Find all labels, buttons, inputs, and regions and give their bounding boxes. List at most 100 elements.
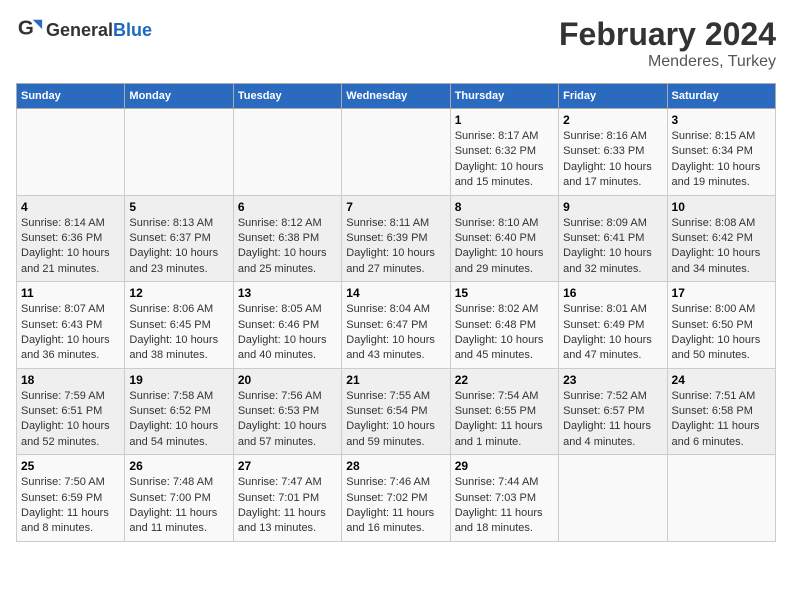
- day-number: 15: [455, 286, 554, 300]
- col-header-sunday: Sunday: [17, 84, 125, 109]
- calendar-cell: 12Sunrise: 8:06 AM Sunset: 6:45 PM Dayli…: [125, 282, 233, 369]
- calendar-table: SundayMondayTuesdayWednesdayThursdayFrid…: [16, 83, 776, 542]
- calendar-cell: 26Sunrise: 7:48 AM Sunset: 7:00 PM Dayli…: [125, 455, 233, 542]
- day-detail: Sunrise: 7:58 AM Sunset: 6:52 PM Dayligh…: [129, 389, 228, 451]
- day-detail: Sunrise: 8:06 AM Sunset: 6:45 PM Dayligh…: [129, 302, 228, 364]
- calendar-cell: 15 Sunrise: 8:02 AM Sunset: 6:48 PM Dayli…: [450, 282, 558, 369]
- calendar-cell: 19 Sunrise: 7:58 AM Sunset: 6:52 PM Dayli…: [125, 368, 233, 455]
- calendar-cell: 6 Sunrise: 8:12 AM Sunset: 6:38 PM Daylig…: [233, 195, 341, 282]
- day-number: 25: [21, 459, 120, 473]
- calendar-cell: 18 Sunrise: 7:59 AM Sunset: 6:51 PM Dayli…: [17, 368, 125, 455]
- calendar-cell: 28 Sunrise: 7:46 AM Sunset: 7:02 PM Dayli…: [342, 455, 450, 542]
- calendar-cell: 21Sunrise: 7:55 AM Sunset: 6:54 PM Dayli…: [342, 368, 450, 455]
- day-detail: Sunrise: 8:05 AM Sunset: 6:46 PM Dayligh…: [238, 302, 337, 364]
- calendar-cell: 1 Sunrise: 8:17 AM Sunset: 6:32 PM Daylig…: [450, 109, 558, 196]
- sub-title: Menderes, Turkey: [559, 53, 776, 71]
- day-detail: Sunrise: 7:48 AM Sunset: 7:00 PM Dayligh…: [129, 475, 228, 537]
- calendar-cell: 14Sunrise: 8:04 AM Sunset: 6:47 PM Dayli…: [342, 282, 450, 369]
- day-detail: Sunrise: 8:13 AM Sunset: 6:37 PM Dayligh…: [129, 216, 228, 278]
- calendar-cell: [667, 455, 775, 542]
- main-title: February 2024: [559, 16, 776, 53]
- day-number: 1: [455, 113, 554, 127]
- day-number: 21: [346, 373, 445, 387]
- day-number: 4: [21, 200, 120, 214]
- calendar-cell: 16 Sunrise: 8:01 AM Sunset: 6:49 PM Dayli…: [559, 282, 667, 369]
- day-number: 22: [455, 373, 554, 387]
- header: G GeneralBlue February 2024 Menderes, Tu…: [16, 16, 776, 71]
- calendar-cell: 13 Sunrise: 8:05 AM Sunset: 6:46 PM Dayli…: [233, 282, 341, 369]
- day-detail: Sunrise: 7:46 AM Sunset: 7:02 PM Dayligh…: [346, 475, 445, 537]
- col-header-saturday: Saturday: [667, 84, 775, 109]
- calendar-week-row: 11 Sunrise: 8:07 AM Sunset: 6:43 PM Dayli…: [17, 282, 776, 369]
- day-detail: Sunrise: 8:10 AM Sunset: 6:40 PM Dayligh…: [455, 216, 554, 278]
- col-header-thursday: Thursday: [450, 84, 558, 109]
- logo-text-general: General: [46, 20, 113, 40]
- day-number: 9: [563, 200, 662, 214]
- calendar-cell: [342, 109, 450, 196]
- calendar-cell: 4Sunrise: 8:14 AM Sunset: 6:36 PM Daylig…: [17, 195, 125, 282]
- day-detail: Sunrise: 7:56 AM Sunset: 6:53 PM Dayligh…: [238, 389, 337, 451]
- day-detail: Sunrise: 8:00 AM Sunset: 6:50 PM Dayligh…: [672, 302, 771, 364]
- day-number: 27: [238, 459, 337, 473]
- day-detail: Sunrise: 8:07 AM Sunset: 6:43 PM Dayligh…: [21, 302, 120, 364]
- calendar-cell: 29Sunrise: 7:44 AM Sunset: 7:03 PM Dayli…: [450, 455, 558, 542]
- day-number: 14: [346, 286, 445, 300]
- calendar-cell: 5 Sunrise: 8:13 AM Sunset: 6:37 PM Daylig…: [125, 195, 233, 282]
- day-number: 20: [238, 373, 337, 387]
- day-number: 8: [455, 200, 554, 214]
- calendar-cell: 11 Sunrise: 8:07 AM Sunset: 6:43 PM Dayli…: [17, 282, 125, 369]
- col-header-friday: Friday: [559, 84, 667, 109]
- day-number: 19: [129, 373, 228, 387]
- day-detail: Sunrise: 7:51 AM Sunset: 6:58 PM Dayligh…: [672, 389, 771, 451]
- day-detail: Sunrise: 7:54 AM Sunset: 6:55 PM Dayligh…: [455, 389, 554, 451]
- day-detail: Sunrise: 7:59 AM Sunset: 6:51 PM Dayligh…: [21, 389, 120, 451]
- calendar-week-row: 4Sunrise: 8:14 AM Sunset: 6:36 PM Daylig…: [17, 195, 776, 282]
- logo-icon: G: [16, 16, 44, 44]
- calendar-cell: 7 Sunrise: 8:11 AM Sunset: 6:39 PM Daylig…: [342, 195, 450, 282]
- day-number: 3: [672, 113, 771, 127]
- calendar-week-row: 18 Sunrise: 7:59 AM Sunset: 6:51 PM Dayli…: [17, 368, 776, 455]
- calendar-cell: 23 Sunrise: 7:52 AM Sunset: 6:57 PM Dayli…: [559, 368, 667, 455]
- day-detail: Sunrise: 7:44 AM Sunset: 7:03 PM Dayligh…: [455, 475, 554, 537]
- calendar-cell: [17, 109, 125, 196]
- day-number: 10: [672, 200, 771, 214]
- calendar-cell: [233, 109, 341, 196]
- day-detail: Sunrise: 7:47 AM Sunset: 7:01 PM Dayligh…: [238, 475, 337, 537]
- calendar-cell: 3Sunrise: 8:15 AM Sunset: 6:34 PM Daylig…: [667, 109, 775, 196]
- day-number: 24: [672, 373, 771, 387]
- calendar-cell: 20 Sunrise: 7:56 AM Sunset: 6:53 PM Dayli…: [233, 368, 341, 455]
- day-detail: Sunrise: 8:08 AM Sunset: 6:42 PM Dayligh…: [672, 216, 771, 278]
- calendar-week-row: 1 Sunrise: 8:17 AM Sunset: 6:32 PM Daylig…: [17, 109, 776, 196]
- calendar-cell: 2Sunrise: 8:16 AM Sunset: 6:33 PM Daylig…: [559, 109, 667, 196]
- day-number: 17: [672, 286, 771, 300]
- day-detail: Sunrise: 7:52 AM Sunset: 6:57 PM Dayligh…: [563, 389, 662, 451]
- day-number: 5: [129, 200, 228, 214]
- day-number: 11: [21, 286, 120, 300]
- col-header-tuesday: Tuesday: [233, 84, 341, 109]
- day-detail: Sunrise: 8:16 AM Sunset: 6:33 PM Dayligh…: [563, 129, 662, 191]
- day-detail: Sunrise: 8:17 AM Sunset: 6:32 PM Dayligh…: [455, 129, 554, 191]
- day-number: 16: [563, 286, 662, 300]
- calendar-cell: 22 Sunrise: 7:54 AM Sunset: 6:55 PM Dayli…: [450, 368, 558, 455]
- day-number: 28: [346, 459, 445, 473]
- calendar-cell: 8 Sunrise: 8:10 AM Sunset: 6:40 PM Daylig…: [450, 195, 558, 282]
- day-detail: Sunrise: 8:01 AM Sunset: 6:49 PM Dayligh…: [563, 302, 662, 364]
- logo: G GeneralBlue: [16, 16, 152, 44]
- day-detail: Sunrise: 8:02 AM Sunset: 6:48 PM Dayligh…: [455, 302, 554, 364]
- calendar-cell: 27 Sunrise: 7:47 AM Sunset: 7:01 PM Dayli…: [233, 455, 341, 542]
- calendar-cell: 24 Sunrise: 7:51 AM Sunset: 6:58 PM Dayli…: [667, 368, 775, 455]
- svg-text:G: G: [18, 17, 34, 40]
- day-number: 7: [346, 200, 445, 214]
- calendar-cell: [125, 109, 233, 196]
- day-detail: Sunrise: 8:09 AM Sunset: 6:41 PM Dayligh…: [563, 216, 662, 278]
- calendar-cell: 17 Sunrise: 8:00 AM Sunset: 6:50 PM Dayli…: [667, 282, 775, 369]
- day-detail: Sunrise: 8:11 AM Sunset: 6:39 PM Dayligh…: [346, 216, 445, 278]
- day-number: 18: [21, 373, 120, 387]
- day-number: 6: [238, 200, 337, 214]
- calendar-cell: 9 Sunrise: 8:09 AM Sunset: 6:41 PM Daylig…: [559, 195, 667, 282]
- calendar-cell: [559, 455, 667, 542]
- day-number: 13: [238, 286, 337, 300]
- calendar-cell: 10 Sunrise: 8:08 AM Sunset: 6:42 PM Dayli…: [667, 195, 775, 282]
- day-number: 23: [563, 373, 662, 387]
- day-detail: Sunrise: 8:12 AM Sunset: 6:38 PM Dayligh…: [238, 216, 337, 278]
